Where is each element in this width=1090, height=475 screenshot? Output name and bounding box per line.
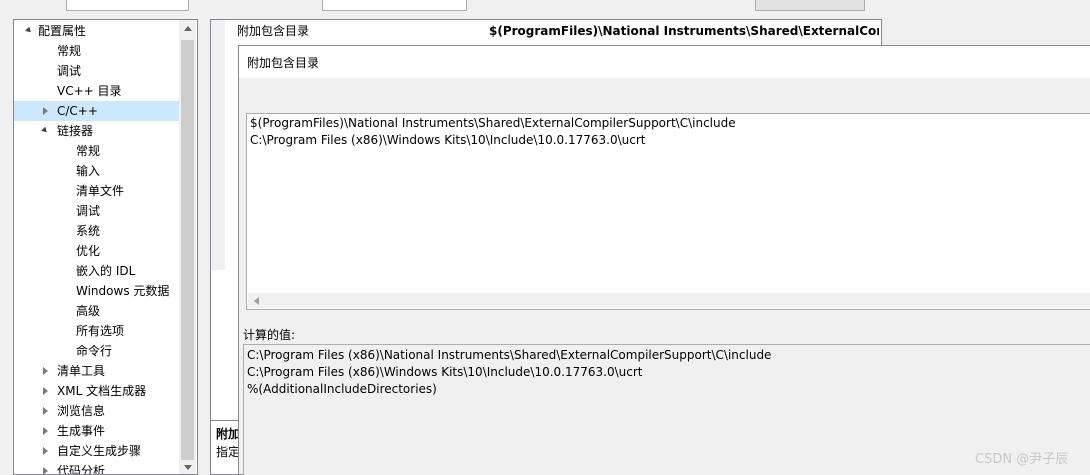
tree-item-vc-directories[interactable]: VC++ 目录 — [14, 81, 179, 101]
directory-line[interactable]: $(ProgramFiles)\National Instruments\Sha… — [250, 115, 736, 132]
evaluated-line: C:\Program Files (x86)\Windows Kits\10\I… — [247, 365, 643, 379]
collapsed-arrow-icon[interactable] — [43, 467, 48, 474]
grid-category-gutter — [211, 20, 225, 270]
tree-item-custom-build-step[interactable]: 自定义生成步骤 — [14, 441, 179, 461]
evaluated-value-label: 计算的值: — [243, 328, 296, 342]
configuration-combo[interactable] — [66, 0, 189, 11]
tree-item-build-events[interactable]: 生成事件 — [14, 421, 179, 441]
collapsed-arrow-icon[interactable] — [43, 407, 48, 415]
tree-item-manifest-file[interactable]: 清单文件 — [14, 181, 179, 201]
horizontal-scrollbar[interactable] — [248, 293, 1090, 308]
tree-item-browse-information[interactable]: 浏览信息 — [14, 401, 179, 421]
tree-item-xml-doc-generator[interactable]: XML 文档生成器 — [14, 381, 179, 401]
scrollbar-thumb[interactable] — [181, 40, 194, 460]
property-value[interactable]: $(ProgramFiles)\National Instruments\Sha… — [489, 21, 879, 41]
dialog-title: 附加包含目录 — [247, 56, 320, 70]
configuration-manager-button[interactable] — [755, 0, 865, 11]
collapsed-arrow-icon[interactable] — [43, 387, 48, 395]
tree-item-linker-debugging[interactable]: 调试 — [14, 201, 179, 221]
expand-arrow-icon[interactable] — [41, 126, 49, 135]
dialog-title-bar[interactable]: 附加包含目录 — [239, 46, 1090, 78]
tree-item-optimization[interactable]: 优化 — [14, 241, 179, 261]
tree-item-command-line[interactable]: 命令行 — [14, 341, 179, 361]
watermark: CSDN @尹子辰 — [975, 452, 1069, 467]
tree-item-general[interactable]: 常规 — [14, 41, 179, 61]
expand-arrow-icon[interactable] — [25, 26, 33, 35]
scroll-down-arrow-icon[interactable] — [184, 465, 192, 470]
directories-edit-box[interactable]: $(ProgramFiles)\National Instruments\Sha… — [246, 113, 1090, 310]
property-name[interactable]: 附加包含目录 — [237, 21, 309, 41]
tree-item-linker-general[interactable]: 常规 — [14, 141, 179, 161]
platform-combo[interactable] — [322, 0, 467, 11]
tree-item-system[interactable]: 系统 — [14, 221, 179, 241]
directory-line[interactable]: C:\Program Files (x86)\Windows Kits\10\I… — [250, 132, 646, 149]
evaluated-line: C:\Program Files (x86)\National Instrume… — [247, 348, 772, 362]
property-tree[interactable]: 配置属性 常规 调试 VC++ 目录 C/C++ 链接器 常规 输入 清单文件 … — [13, 19, 198, 475]
scroll-left-arrow-icon[interactable] — [254, 297, 259, 305]
collapsed-arrow-icon[interactable] — [43, 107, 48, 115]
tree-item-linker[interactable]: 链接器 — [14, 121, 179, 141]
tree-item-config-properties[interactable]: 配置属性 — [14, 21, 179, 41]
tree-item-advanced[interactable]: 高级 — [14, 301, 179, 321]
collapsed-arrow-icon[interactable] — [43, 367, 48, 375]
tree-item-all-options[interactable]: 所有选项 — [14, 321, 179, 341]
top-toolbar — [0, 0, 880, 17]
tree-item-linker-input[interactable]: 输入 — [14, 161, 179, 181]
tree-item-debugging[interactable]: 调试 — [14, 61, 179, 81]
evaluated-line: %(AdditionalIncludeDirectories) — [247, 382, 437, 396]
tree-vertical-scrollbar[interactable] — [179, 20, 196, 474]
description-text: 指定 — [216, 445, 241, 459]
collapsed-arrow-icon[interactable] — [43, 427, 48, 435]
description-title: 附加 — [216, 427, 241, 441]
tree-item-c-cpp[interactable]: C/C++ — [14, 101, 179, 121]
tree-item-manifest-tool[interactable]: 清单工具 — [14, 361, 179, 381]
collapsed-arrow-icon[interactable] — [43, 447, 48, 455]
tree-item-embedded-idl[interactable]: 嵌入的 IDL — [14, 261, 179, 281]
evaluated-value-box: C:\Program Files (x86)\National Instrume… — [243, 344, 1090, 475]
scroll-up-arrow-icon[interactable] — [184, 26, 192, 31]
tree-item-windows-metadata[interactable]: Windows 元数据 — [14, 281, 179, 301]
include-directories-dialog: 附加包含目录 $(ProgramFiles)\National Instrume… — [238, 45, 1090, 475]
